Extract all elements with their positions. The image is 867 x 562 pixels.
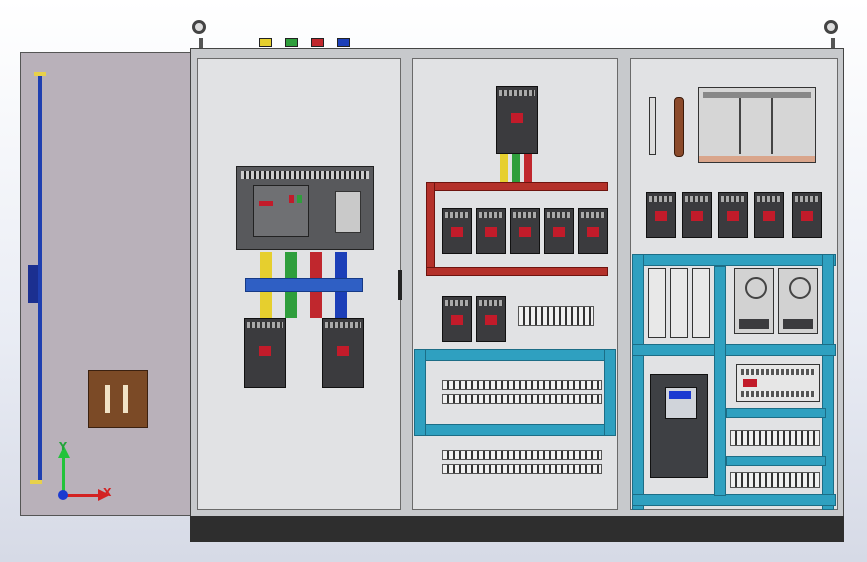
lifting-eye-stem <box>831 38 835 48</box>
y-axis-label: Y <box>59 440 67 453</box>
cable-duct-h1 <box>414 349 616 361</box>
duct-s3-mid <box>632 344 836 356</box>
mccb-left[interactable] <box>244 318 286 388</box>
earth-busbar <box>674 97 684 157</box>
door-locking-rod <box>38 74 42 484</box>
branch-breaker-2[interactable] <box>476 208 506 254</box>
terminal-strip-4 <box>442 464 602 474</box>
branch-breaker-5[interactable] <box>578 208 608 254</box>
x-axis-label: X <box>103 486 112 499</box>
terminal-strip-2 <box>442 394 602 404</box>
relay-row-2 <box>730 472 820 488</box>
relay-row-1 <box>730 430 820 446</box>
duct-s3-bottom <box>632 494 836 506</box>
feeder-l1 <box>500 154 508 184</box>
transformer-housing <box>698 87 816 163</box>
duct-s3-left <box>632 254 644 510</box>
fuse-holder-2[interactable] <box>670 268 688 338</box>
z-axis-dot <box>58 490 68 500</box>
duct-s3-center <box>714 266 726 496</box>
aux-breaker-2[interactable] <box>682 192 712 238</box>
branch-breaker-3[interactable] <box>510 208 540 254</box>
door-document-pocket <box>88 370 148 428</box>
aux-breaker-1[interactable] <box>646 192 676 238</box>
feeder-l3 <box>524 154 532 184</box>
plc-controller[interactable] <box>736 364 820 402</box>
cabinet-door[interactable] <box>20 52 196 516</box>
branch-breaker-4[interactable] <box>544 208 574 254</box>
cabinet-plinth <box>190 516 844 542</box>
top-terminal-n <box>337 38 350 47</box>
top-terminal-l2 <box>285 38 298 47</box>
lifting-eye-right-icon <box>824 20 838 34</box>
branch-breaker-7[interactable] <box>476 296 506 342</box>
duct-s3-right-mid <box>726 408 826 418</box>
distribution-busbar-bottom <box>426 267 608 276</box>
distribution-busbar-top <box>426 182 608 191</box>
neutral-busbar <box>245 278 363 292</box>
y-axis-arrow <box>62 458 65 494</box>
terminal-strip-1 <box>442 380 602 390</box>
x-axis-arrow <box>66 494 100 497</box>
feeder-l2 <box>512 154 520 184</box>
duct-s3-right <box>822 254 834 510</box>
mccb-right[interactable] <box>322 318 364 388</box>
distribution-busbar-left <box>426 182 435 276</box>
variable-frequency-drive[interactable] <box>650 374 708 478</box>
ground-terminal-bar <box>649 97 656 155</box>
power-supply-2 <box>778 268 818 334</box>
lifting-eye-left-icon <box>192 20 206 34</box>
rod-bottom-cap <box>30 480 42 484</box>
duct-s3-right-low <box>726 456 826 466</box>
fuse-holder-1[interactable] <box>648 268 666 338</box>
aux-breaker-3[interactable] <box>718 192 748 238</box>
terminal-block-row <box>518 306 594 326</box>
branch-breaker-1[interactable] <box>442 208 472 254</box>
top-terminal-l3 <box>311 38 324 47</box>
rod-top-cap <box>34 72 46 76</box>
terminal-strip-3 <box>442 450 602 460</box>
air-circuit-breaker[interactable] <box>236 166 374 250</box>
cable-duct-v1 <box>414 349 426 436</box>
aux-breaker-5[interactable] <box>792 192 822 238</box>
panel-handle <box>398 270 402 300</box>
duct-s3-top <box>632 254 836 266</box>
incoming-mccb[interactable] <box>496 86 538 154</box>
door-handle[interactable] <box>28 265 38 303</box>
branch-breaker-6[interactable] <box>442 296 472 342</box>
cable-duct-h2 <box>414 424 616 436</box>
cable-duct-v2 <box>604 349 616 436</box>
lifting-eye-stem <box>199 38 203 48</box>
power-supply-1 <box>734 268 774 334</box>
aux-breaker-4[interactable] <box>754 192 784 238</box>
top-terminal-l1 <box>259 38 272 47</box>
fuse-holder-3[interactable] <box>692 268 710 338</box>
